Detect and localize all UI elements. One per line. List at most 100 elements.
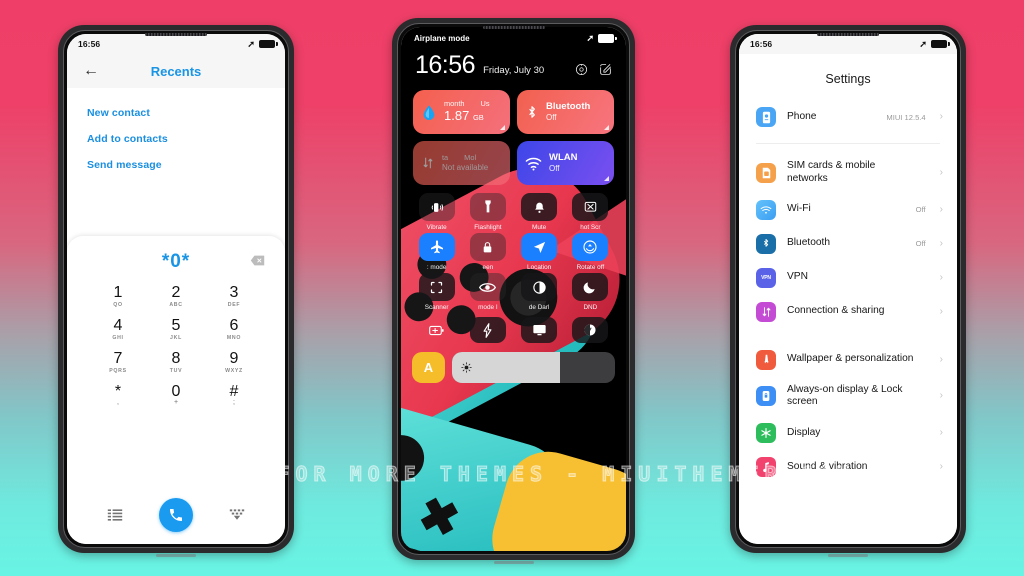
backspace-icon[interactable] [250, 255, 265, 266]
toggle-label: Location [527, 264, 552, 271]
key-2[interactable]: 2 ABC [147, 282, 205, 311]
settings-row-phone[interactable]: Phone MIUI 12.5.4 › [739, 100, 957, 134]
settings-row-bluetooth[interactable]: Bluetooth Off › [739, 227, 957, 261]
settings-row-label: Phone [787, 110, 817, 122]
phone-about-icon [756, 107, 776, 127]
key-3[interactable]: 3 DEF [205, 282, 263, 311]
mini-tile-battery-saver[interactable] [419, 317, 455, 343]
action-new-contact[interactable]: New contact [67, 100, 285, 126]
key-8[interactable]: 8 TUV [147, 348, 205, 377]
eye-reading-icon [479, 282, 497, 292]
settings-row-wifi[interactable]: Wi-Fi Off › [739, 193, 957, 227]
toggle-dark-mode[interactable]: de Darl [514, 273, 565, 311]
tile-wlan-texts: WLAN Off [549, 152, 578, 173]
toggle-dnd[interactable]: DND [565, 273, 616, 311]
toggle-label: DND [583, 304, 598, 311]
key-1[interactable]: 1 QO [89, 282, 147, 311]
dialed-number: *0* [161, 251, 191, 272]
toggle-label: de Darl [528, 304, 550, 311]
tile-expand-corner [604, 176, 609, 181]
key-9[interactable]: 9 WXYZ [205, 348, 263, 377]
toggle-location[interactable]: Location [514, 233, 565, 271]
airplane-icon [430, 240, 443, 254]
tile-wlan[interactable]: WLAN Off [517, 141, 614, 185]
toggle-vibrate[interactable]: Vibrate [411, 193, 462, 231]
key-subtext: , [117, 398, 119, 406]
settings-row-lock-screen[interactable]: Always-on display & Lock screen › [739, 377, 957, 417]
tile-expand-corner [500, 125, 505, 130]
mini-tile-power[interactable] [469, 317, 506, 343]
chevron-right-icon: › [939, 390, 943, 402]
dial-display: *0* [67, 248, 285, 276]
back-arrow-icon[interactable]: ← [83, 63, 99, 79]
tile-bt-sub: Off [546, 112, 557, 122]
settings-row-wallpaper[interactable]: Wallpaper & personalization › [739, 343, 957, 377]
chevron-right-icon: › [939, 271, 943, 283]
settings-row-connection-sharing[interactable]: Connection & sharing › [739, 295, 957, 329]
settings-group-gap [739, 329, 957, 343]
tile-mob-labels: ta Mol [442, 154, 488, 163]
edit-icon[interactable] [599, 63, 612, 76]
mini-tile-cast[interactable] [521, 317, 558, 343]
bluetooth-icon [756, 233, 776, 254]
tile-data-usage[interactable]: month Us 1.87 GB [413, 90, 510, 134]
keypad-list-icon[interactable] [107, 508, 123, 522]
key-hash[interactable]: #; [205, 381, 263, 408]
bottom-speaker-line [828, 554, 868, 557]
toggle-reading-mode[interactable]: mode I [462, 273, 513, 311]
key-4[interactable]: 4 GHI [89, 315, 147, 344]
key-number: 9 [229, 349, 239, 367]
toggle-label: een [482, 264, 494, 271]
key-number: 3 [229, 284, 239, 301]
chevron-right-icon: › [939, 203, 943, 215]
tile-bluetooth[interactable]: Bluetooth Off [517, 90, 614, 134]
toggle-scanner[interactable]: Scanner [411, 273, 462, 311]
chevron-right-icon: › [939, 305, 943, 317]
key-number: 6 [229, 316, 239, 334]
toggle-mute[interactable]: Mute [514, 193, 565, 231]
bottom-speaker-line [156, 554, 196, 557]
settings-row-display[interactable]: Display › [739, 416, 957, 450]
lock-icon [484, 241, 492, 252]
brightness-slider[interactable] [452, 352, 615, 383]
toggle-lock-screen[interactable]: een [462, 233, 513, 271]
toggle-bg [418, 273, 455, 301]
settings-row-sim-cards[interactable]: SIM cards & mobile networks › [739, 153, 957, 193]
shade-action-icons [575, 63, 612, 78]
chevron-right-icon: › [939, 111, 943, 122]
key-6[interactable]: 6 MNO [205, 315, 263, 344]
right-phone-screen: 16:56 ➚ Settings Phone MIUI 12.5.4 › SIM… [739, 34, 957, 544]
settings-gear-icon[interactable] [575, 63, 588, 76]
data-drop-icon [423, 105, 435, 120]
tile-mobile-data[interactable]: ta Mol Not available [413, 141, 510, 185]
toggle-flashlight[interactable]: Flashlight [462, 193, 513, 231]
key-7[interactable]: 7 PQRS [89, 348, 147, 377]
key-number: 0 [171, 382, 181, 400]
settings-app: 16:56 ➚ Settings Phone MIUI 12.5.4 › SIM… [739, 34, 957, 544]
toggle-rotate[interactable]: Rotate off [565, 233, 616, 271]
settings-row-label: Connection & sharing [787, 305, 885, 317]
tile-bt-texts: Bluetooth Off [546, 101, 590, 122]
hide-keypad-icon[interactable] [229, 508, 245, 522]
tile-data-left-label: month [444, 99, 465, 109]
cast-icon [532, 324, 546, 335]
key-5[interactable]: 5 JKL [147, 315, 205, 344]
toggle-bg [469, 233, 506, 261]
airplane-icon: ➚ [586, 33, 594, 43]
settings-row-sound-vibration[interactable]: Sound & vibration › [739, 450, 957, 484]
earpiece-grille [482, 26, 545, 29]
key-0[interactable]: 0 + [147, 381, 205, 408]
page-title: Recents [150, 63, 202, 79]
brightness-row: A [401, 343, 626, 383]
auto-brightness-button[interactable]: A [412, 352, 445, 383]
action-send-message[interactable]: Send message [67, 152, 285, 178]
status-right-cluster: ➚ [586, 33, 617, 43]
toggle-screenshot[interactable]: hot Scr [565, 193, 616, 231]
mini-tile-contrast[interactable] [572, 317, 609, 343]
settings-row-value: Off [915, 239, 926, 248]
call-button[interactable] [159, 498, 193, 532]
toggle-airplane-mode[interactable]: : mode [411, 233, 462, 271]
key-star[interactable]: *, [89, 381, 147, 408]
settings-row-vpn[interactable]: VPN VPN › [739, 261, 957, 295]
action-add-to-contacts[interactable]: Add to contacts [67, 126, 285, 152]
